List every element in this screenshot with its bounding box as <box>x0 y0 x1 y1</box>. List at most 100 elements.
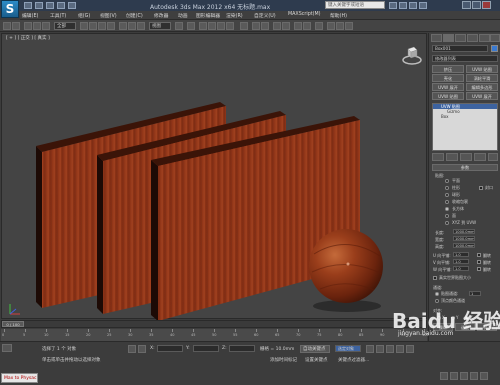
menu-graph-editors[interactable]: 图形编辑器 <box>196 12 220 19</box>
make-unique-icon[interactable] <box>460 153 472 161</box>
modifier-button-edit-poly[interactable]: 编辑多边形 <box>466 83 498 91</box>
menu-modifiers[interactable]: 修改器 <box>154 12 168 19</box>
cap-checkbox[interactable] <box>479 186 483 190</box>
play-icon[interactable] <box>386 345 394 353</box>
zoom-all-icon[interactable] <box>450 372 458 380</box>
show-end-result-icon[interactable] <box>446 153 458 161</box>
w-flip-checkbox[interactable] <box>477 267 481 271</box>
motion-tab-icon[interactable] <box>467 34 478 42</box>
angle-snap-icon[interactable] <box>208 22 216 30</box>
u-flip-checkbox[interactable] <box>477 253 481 257</box>
menu-rendering[interactable]: 渲染(R) <box>226 12 243 19</box>
mirror-icon[interactable] <box>252 22 260 30</box>
spinner-snap-icon[interactable] <box>226 22 234 30</box>
modifier-button-turbosmooth[interactable]: 涡轮平滑 <box>466 74 498 82</box>
u-tile-spinner[interactable]: 1.0 <box>453 252 469 257</box>
selection-filter-dropdown[interactable]: 全部 <box>54 22 76 30</box>
modify-tab-icon[interactable] <box>443 34 454 42</box>
x-coord-field[interactable] <box>157 345 183 352</box>
align-icon[interactable] <box>261 22 269 30</box>
render-setup-icon[interactable] <box>327 22 335 30</box>
absolute-mode-icon[interactable] <box>138 345 146 353</box>
pivot-center-icon[interactable] <box>175 22 183 30</box>
mapping-radio-xyz-uvw[interactable] <box>445 221 449 225</box>
map-channel-radio[interactable] <box>435 292 439 296</box>
help-icon[interactable] <box>419 2 427 9</box>
map-channel-spinner[interactable]: 1 <box>469 291 481 296</box>
bind-spacewarp-icon[interactable] <box>42 22 50 30</box>
y-coord-field[interactable] <box>193 345 219 352</box>
mapping-radio-shrinkwrap[interactable] <box>445 200 449 204</box>
undo-icon[interactable] <box>57 2 65 9</box>
stack-item-box[interactable]: Box <box>433 114 497 119</box>
set-key-button[interactable]: 设置关键点 <box>305 357 328 363</box>
mini-listener-icon[interactable] <box>2 344 12 352</box>
undo-tool-icon[interactable] <box>3 22 11 30</box>
search-icon[interactable] <box>389 2 397 9</box>
move-icon[interactable] <box>119 22 127 30</box>
menu-animation[interactable]: 动画 <box>178 12 188 19</box>
height-spinner[interactable]: 1000.0mm <box>453 243 475 248</box>
modifier-list-dropdown[interactable]: 修改器列表 <box>432 55 498 62</box>
modifier-button-unwrap-2[interactable]: UVW 展开 <box>466 92 498 100</box>
modifier-button-uvw-map-2[interactable]: UVW 贴图 <box>432 92 464 100</box>
selected-set-dropdown[interactable]: 选定对象 <box>335 345 361 352</box>
menu-tools[interactable]: 工具(T) <box>50 12 66 19</box>
parameters-rollout-header[interactable]: 参数 <box>432 164 498 171</box>
key-filters-button[interactable]: 关键点过滤器... <box>338 357 369 363</box>
menu-help[interactable]: 帮助(H) <box>330 12 347 19</box>
select-by-name-icon[interactable] <box>89 22 97 30</box>
prev-frame-icon[interactable] <box>376 345 384 353</box>
redo-icon[interactable] <box>68 2 76 9</box>
modifier-button-unwrap[interactable]: UVW 展开 <box>432 83 464 91</box>
v-flip-checkbox[interactable] <box>477 260 481 264</box>
open-file-icon[interactable] <box>35 2 43 9</box>
minimize-button[interactable] <box>462 1 471 9</box>
mapping-radio-box[interactable] <box>445 207 449 211</box>
menu-maxscript[interactable]: MAXScript(M) <box>288 12 321 17</box>
length-spinner[interactable]: 1000.0mm <box>453 229 475 234</box>
schematic-view-icon[interactable] <box>303 22 311 30</box>
wood-sphere[interactable] <box>309 229 383 303</box>
add-time-tag[interactable]: 添加时间标记 <box>270 357 297 363</box>
app-menu-button[interactable]: S <box>1 0 19 18</box>
modifier-button-shell[interactable]: 壳化 <box>432 74 464 82</box>
utilities-tab-icon[interactable] <box>490 34 500 42</box>
create-tab-icon[interactable] <box>431 34 442 42</box>
maximize-viewport-icon[interactable] <box>480 372 488 380</box>
reference-coord-dropdown[interactable]: 视图 <box>149 22 171 30</box>
goto-end-icon[interactable] <box>406 345 414 353</box>
redo-tool-icon[interactable] <box>12 22 20 30</box>
goto-start-icon[interactable] <box>366 345 374 353</box>
subscription-icon[interactable] <box>399 2 407 9</box>
new-file-icon[interactable] <box>24 2 32 9</box>
viewcube-icon[interactable] <box>401 45 423 67</box>
mapping-radio-face[interactable] <box>445 214 449 218</box>
configure-sets-icon[interactable] <box>488 153 498 161</box>
percent-snap-icon[interactable] <box>217 22 225 30</box>
w-tile-spinner[interactable]: 1.0 <box>453 266 469 271</box>
select-manipulate-icon[interactable] <box>187 22 195 30</box>
mapping-radio-cylindrical[interactable] <box>445 186 449 190</box>
select-object-icon[interactable] <box>80 22 88 30</box>
hierarchy-tab-icon[interactable] <box>455 34 466 42</box>
time-slider[interactable]: 0 / 100 <box>1 320 427 328</box>
curve-editor-icon[interactable] <box>294 22 302 30</box>
width-spinner[interactable]: 1000.0mm <box>453 236 475 241</box>
search-input[interactable]: 键入关键字或短语 <box>325 1 385 9</box>
rotate-icon[interactable] <box>128 22 136 30</box>
remove-modifier-icon[interactable] <box>474 153 486 161</box>
real-world-size-checkbox[interactable] <box>433 276 437 280</box>
layer-manager-icon[interactable] <box>273 22 281 30</box>
menu-group[interactable]: 组(G) <box>78 12 90 19</box>
named-selection-icon[interactable] <box>240 22 248 30</box>
time-slider-thumb[interactable]: 0 / 100 <box>2 321 24 327</box>
next-frame-icon[interactable] <box>396 345 404 353</box>
maxscript-listener-field[interactable]: Max to Physac <box>1 373 38 383</box>
menu-customize[interactable]: 自定义(U) <box>254 12 276 19</box>
mapping-radio-spherical[interactable] <box>445 193 449 197</box>
link-icon[interactable] <box>24 22 32 30</box>
rendered-frame-icon[interactable] <box>336 22 344 30</box>
z-coord-field[interactable] <box>229 345 255 352</box>
modifier-button-uvw-map[interactable]: UVW 贴图 <box>466 65 498 73</box>
